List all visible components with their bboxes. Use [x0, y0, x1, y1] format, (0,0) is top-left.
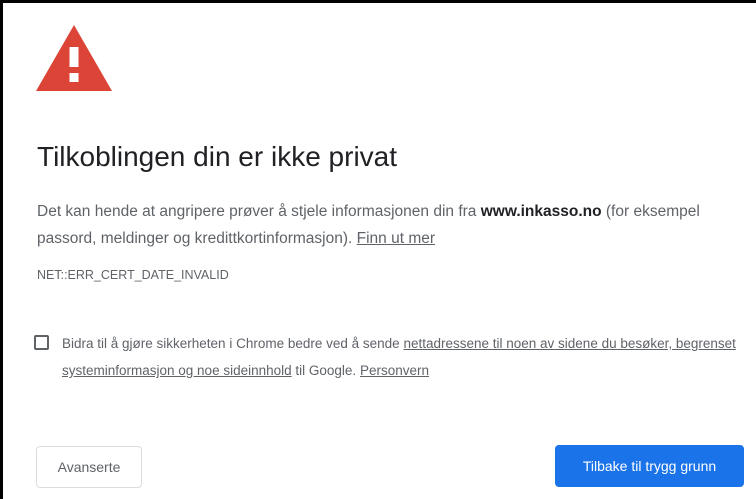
opt-in-text-middle: til Google.	[291, 363, 360, 378]
site-host: www.inkasso.no	[480, 203, 602, 220]
privacy-link[interactable]: Personvern	[360, 363, 429, 378]
advanced-button[interactable]: Avanserte	[36, 446, 142, 488]
back-to-safety-button[interactable]: Tilbake til trygg grunn	[555, 445, 744, 487]
page-title: Tilkoblingen din er ikke privat	[37, 141, 398, 172]
explanation-before-host: Det kan hende at angripere prøver å stje…	[37, 203, 481, 220]
opt-in-text-before: Bidra til å gjøre sikkerheten i Chrome b…	[62, 336, 404, 351]
explanation-text: Det kan hende at angripere prøver å stje…	[37, 198, 737, 252]
error-code: NET::ERR_CERT_DATE_INVALID	[37, 268, 229, 282]
opt-in-label: Bidra til å gjøre sikkerheten i Chrome b…	[62, 330, 742, 384]
browser-page: Tilkoblingen din er ikke privat Det kan …	[0, 0, 756, 499]
warning-triangle-icon	[36, 25, 112, 91]
opt-in-checkbox[interactable]	[34, 335, 49, 350]
learn-more-link[interactable]: Finn ut mer	[357, 230, 435, 247]
